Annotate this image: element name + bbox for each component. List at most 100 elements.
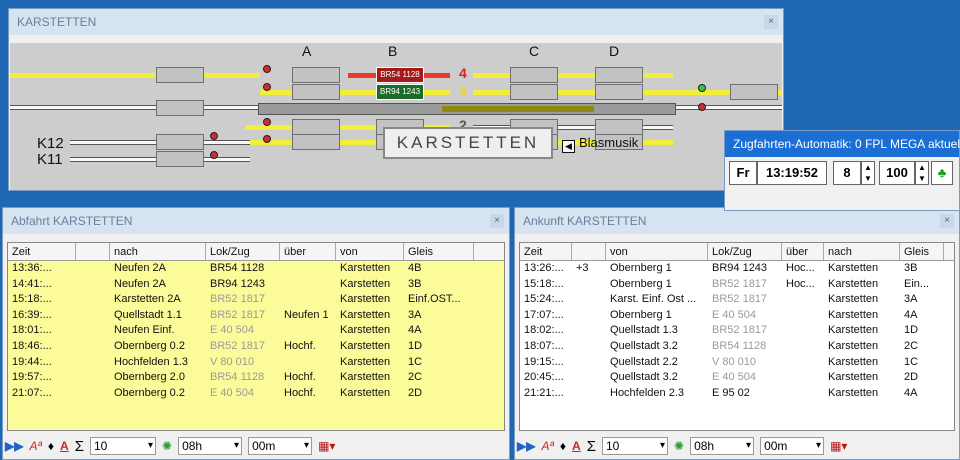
signal-green[interactable] (698, 84, 706, 92)
column-header[interactable]: Gleis (900, 243, 944, 260)
table-row[interactable]: 15:24:... Karst. Einf. Ost ... BR52 1817 Ka… (520, 292, 954, 308)
fill-color-icon[interactable]: ♦ (48, 439, 54, 453)
layout-titlebar[interactable]: KARSTETTEN × (9, 9, 783, 35)
table-row[interactable]: 18:07:... Quellstadt 3.2 BR54 1128 Karstett… (520, 339, 954, 355)
block-a-1[interactable] (292, 134, 340, 150)
block[interactable] (156, 67, 204, 83)
block-a-2[interactable] (292, 119, 340, 135)
table-row[interactable]: 13:36:... Neufen 2A BR54 1128 Karstetten 4B (8, 261, 504, 277)
minute-select[interactable]: 00m (248, 437, 313, 455)
table-cell: Neufen 2A (114, 277, 166, 290)
column-header[interactable]: nach (824, 243, 900, 260)
fill-color-icon[interactable]: ♦ (560, 439, 566, 453)
clock-icon[interactable]: ✺ (674, 439, 684, 453)
font-color-icon[interactable]: A (572, 439, 581, 453)
column-header[interactable]: über (782, 243, 824, 260)
column-header[interactable]: von (606, 243, 708, 260)
block-c-3[interactable] (510, 84, 558, 100)
count-select[interactable]: 10 (90, 437, 156, 455)
signal[interactable] (263, 65, 271, 73)
tree-icon[interactable]: ♣ (931, 161, 953, 185)
signal[interactable] (210, 132, 218, 140)
station-button[interactable]: KARSTETTEN (383, 127, 553, 159)
fast-forward-icon[interactable]: ▶▶ (517, 439, 535, 453)
departures-table[interactable]: Zeit nach Lok/Zug über von Gleis 13:36:... Neu… (7, 242, 505, 431)
automatic-titlebar[interactable]: Zugfahrten-Automatik: 0 FPL MEGA aktuell (725, 131, 960, 157)
signal[interactable] (263, 83, 271, 91)
column-header[interactable]: Zeit (8, 243, 76, 260)
table-row[interactable]: 19:57:... Obernberg 2.0 BR54 1128 Hochf. Kar… (8, 370, 504, 386)
column-header[interactable]: von (336, 243, 404, 260)
table-cell: Quellstadt 3.2 (610, 371, 678, 384)
block-b-4-occupied[interactable]: BR54 1128 (376, 67, 424, 83)
train-icon[interactable]: ▦▾ (830, 439, 847, 453)
column-header[interactable]: Lok/Zug (206, 243, 280, 260)
font-icon[interactable]: Aª (29, 439, 41, 453)
font-icon[interactable]: Aª (541, 439, 553, 453)
arrivals-titlebar[interactable]: Ankunft KARSTETTEN × (515, 208, 959, 234)
table-row[interactable]: 20:45:... Quellstadt 3.2 E 40 504 Karstette… (520, 370, 954, 386)
block-k12[interactable] (156, 134, 204, 150)
minute-select[interactable]: 00m (760, 437, 825, 455)
column-header[interactable] (572, 243, 606, 260)
arrivals-table[interactable]: Zeit von Lok/Zug über nach Gleis 13:26:... +3 O… (519, 242, 955, 431)
train-icon[interactable]: ▦▾ (318, 439, 335, 453)
block-d-3[interactable] (595, 84, 643, 100)
sum-icon[interactable]: Σ (75, 438, 84, 455)
percent-stepper[interactable]: ▲ ▼ (915, 161, 929, 185)
music-toggle[interactable]: ◀ Blasmusik (562, 135, 638, 153)
close-icon[interactable]: × (940, 214, 954, 228)
departures-titlebar[interactable]: Abfahrt KARSTETTEN × (3, 208, 509, 234)
table-cell: V 80 010 (712, 355, 757, 368)
column-header[interactable]: Lok/Zug (708, 243, 782, 260)
table-cell: Obernberg 2.0 (114, 371, 185, 384)
table-cell: E 95 02 (712, 386, 750, 399)
block-a-3[interactable] (292, 84, 340, 100)
block-a-4[interactable] (292, 67, 340, 83)
fast-forward-icon[interactable]: ▶▶ (5, 439, 23, 453)
table-row[interactable]: 13:26:... +3 Obernberg 1 BR94 1243 Hoc... Kar… (520, 261, 954, 277)
block-k11[interactable] (156, 151, 204, 167)
close-icon[interactable]: × (490, 214, 504, 228)
table-row[interactable]: 17:07:... Obernberg 1 E 40 504 Karstetten 4A (520, 308, 954, 324)
table-cell: Hoc... (786, 277, 815, 290)
close-icon[interactable]: × (764, 15, 778, 29)
signal[interactable] (263, 118, 271, 126)
block-c-4[interactable] (510, 67, 558, 83)
speed-field[interactable]: 8 (833, 161, 861, 185)
table-row[interactable]: 15:18:... Karstetten 2A BR52 1817 Karstette… (8, 292, 504, 308)
clock-icon[interactable]: ✺ (162, 439, 172, 453)
table-row[interactable]: 16:39:... Quellstadt 1.1 BR52 1817 Neufen 1… (8, 308, 504, 324)
table-row[interactable]: 19:15:... Quellstadt 2.2 V 80 010 Karstette… (520, 355, 954, 371)
table-row[interactable]: 21:21:... Hochfelden 2.3 E 95 02 Karstetten… (520, 386, 954, 402)
table-row[interactable]: 19:44:... Hochfelden 1.3 V 80 010 Karstette… (8, 355, 504, 371)
column-header[interactable]: Gleis (404, 243, 474, 260)
table-row[interactable]: 14:41:... Neufen 2A BR94 1243 Karstetten 3B (8, 277, 504, 293)
table-row[interactable]: 18:46:... Obernberg 0.2 BR52 1817 Hochf. Kar… (8, 339, 504, 355)
percent-field[interactable]: 100 (879, 161, 915, 185)
font-color-icon[interactable]: A (60, 439, 69, 453)
column-header[interactable]: nach (110, 243, 206, 260)
table-row[interactable]: 18:02:... Quellstadt 1.3 BR52 1817 Karstett… (520, 323, 954, 339)
hour-select[interactable]: 08h (178, 437, 243, 455)
arrivals-window: Ankunft KARSTETTEN × Zeit von Lok/Zug über n… (514, 207, 960, 460)
table-row[interactable]: 18:01:... Neufen Einf. E 40 504 Karstetten 4… (8, 323, 504, 339)
column-header[interactable] (76, 243, 110, 260)
speed-stepper[interactable]: ▲ ▼ (861, 161, 875, 185)
block-east[interactable] (730, 84, 778, 100)
signal[interactable] (263, 135, 271, 143)
count-select[interactable]: 10 (602, 437, 668, 455)
table-row[interactable]: 15:18:... Obernberg 1 BR52 1817 Hoc... Karst… (520, 277, 954, 293)
signal[interactable] (210, 151, 218, 159)
block-d-4[interactable] (595, 67, 643, 83)
block-b-3-occupied[interactable]: BR94 1243 (376, 84, 424, 100)
track-diagram[interactable]: A B C D BR54 1128 BR94 1243 4 3 2 1 K12 (10, 43, 782, 190)
signal[interactable] (698, 103, 706, 111)
hour-select[interactable]: 08h (690, 437, 755, 455)
table-row[interactable]: 21:07:... Obernberg 0.2 E 40 504 Hochf. Kars… (8, 386, 504, 402)
sum-icon[interactable]: Σ (587, 438, 596, 455)
block[interactable] (156, 100, 204, 116)
block-d-2[interactable] (595, 119, 643, 135)
column-header[interactable]: über (280, 243, 336, 260)
column-header[interactable]: Zeit (520, 243, 572, 260)
